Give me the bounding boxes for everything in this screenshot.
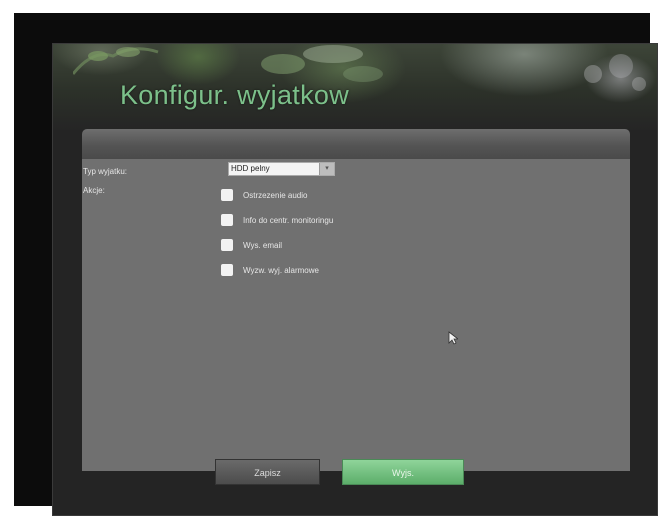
audio-warning-checkbox[interactable] — [221, 189, 233, 201]
send-email-checkbox[interactable] — [221, 239, 233, 251]
exception-type-label: Typ wyjatku: — [83, 167, 128, 176]
bokeh-decoration-icon — [584, 54, 646, 91]
header-bar — [82, 129, 630, 159]
actions-label: Akcje: — [83, 186, 105, 195]
monitoring-center-checkbox[interactable] — [221, 214, 233, 226]
page-title: Konfigur. wyjatkow — [120, 80, 350, 110]
save-button[interactable]: Zapisz — [215, 459, 320, 485]
exception-type-value: HDD pelny — [231, 164, 270, 173]
content-area — [82, 159, 630, 471]
exception-type-select[interactable]: HDD pelny ▾ — [228, 162, 335, 176]
alarm-output-checkbox[interactable] — [221, 264, 233, 276]
audio-warning-label: Ostrzezenie audio — [243, 191, 308, 200]
chevron-down-icon[interactable]: ▾ — [319, 163, 334, 175]
screen: Konfigur. wyjatkow Typ wyjatku: HDD peln… — [14, 13, 658, 516]
leaves-decoration-icon — [73, 47, 159, 75]
dialog-panel: Konfigur. wyjatkow — [52, 43, 658, 516]
send-email-label: Wys. email — [243, 241, 283, 250]
banner-background: Konfigur. wyjatkow — [53, 44, 657, 130]
exit-button[interactable]: Wyjs. — [342, 459, 464, 485]
mouse-cursor-icon — [448, 331, 458, 345]
alarm-output-label: Wyzw. wyj. alarmowe — [243, 266, 319, 275]
monitoring-center-label: Info do centr. monitoringu — [243, 216, 334, 225]
